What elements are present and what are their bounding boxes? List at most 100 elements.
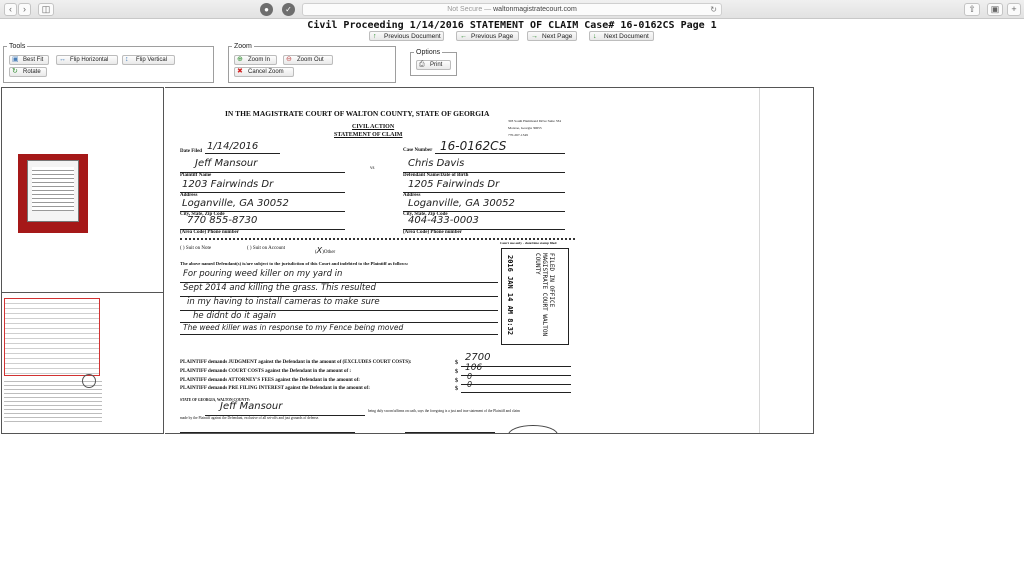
demand-court-costs: PLAINTIFF demands COURT COSTS against th… <box>180 369 352 374</box>
thumbnail-page-1[interactable] <box>2 294 163 433</box>
court-phone: 770-267-1349 <box>508 133 528 137</box>
oath-text: being duly sworn/affirms on oath, says t… <box>368 409 520 413</box>
thumbnail-page-cover[interactable] <box>2 88 163 293</box>
address-bar[interactable]: Not Secure — waltonmagistratecourt.com ↻ <box>302 3 722 16</box>
case-number-label: Case Number <box>403 148 433 153</box>
cancel-zoom-button[interactable]: ✖ Cancel Zoom <box>234 67 294 77</box>
suit-note-label: Suit on Note <box>185 246 212 251</box>
plaintiff-phone-value: 770 855-8730 <box>187 215 258 226</box>
arrow-up-icon: ↑ <box>373 33 377 40</box>
zoom-out-icon: ⊖ <box>286 56 292 63</box>
claim-line-1: For pouring weed killer on my yard in <box>183 269 343 279</box>
print-label: Print <box>430 62 443 68</box>
defendant-name-label: Defendant Name/Date of Birth <box>403 173 469 178</box>
cover-page-lines <box>32 167 74 211</box>
previous-page-button[interactable]: ← Previous Page <box>456 31 519 41</box>
amount-line-3 <box>461 384 571 385</box>
flip-horizontal-icon: ↔ <box>59 56 66 63</box>
defendant-city-value: Loganville, GA 30052 <box>408 198 515 209</box>
document-viewer[interactable]: IN THE MAGISTRATE COURT OF WALTON COUNTY… <box>165 87 814 434</box>
flip-vertical-label: Flip Vertical <box>136 57 168 63</box>
suit-note-option: ( ) Suit on Note <box>180 246 212 251</box>
date-filed-line <box>205 153 280 154</box>
amount-line-2 <box>461 375 571 376</box>
previous-document-label: Previous Document <box>384 33 441 40</box>
tabs-button[interactable]: ▣ <box>987 3 1003 16</box>
previous-document-button[interactable]: ↑ Previous Document <box>369 31 444 41</box>
sidebar-toggle-button[interactable]: ◫ <box>38 3 54 16</box>
amount-pre-filing-interest: 0 <box>467 380 473 389</box>
demand-attorney-fees: PLAINTIFF demands ATTORNEY'S FEES agains… <box>180 378 360 383</box>
document-page: IN THE MAGISTRATE COURT OF WALTON COUNTY… <box>165 88 595 433</box>
dotted-separator <box>180 238 575 240</box>
best-fit-button[interactable]: ▣ Best Fit <box>9 55 49 65</box>
cover-page-paper <box>27 160 79 222</box>
next-document-label: Next Document <box>604 33 649 40</box>
affiant-name: Jeff Mansour <box>220 401 283 412</box>
back-button[interactable]: ‹ <box>4 3 17 16</box>
filing-stamp-box: 2016 JAN 14 AM 8:32 FILED IN OFFICE MAGI… <box>501 248 569 345</box>
suit-account-option: ( ) Suit on Account <box>247 246 286 251</box>
thumbnail-panel[interactable] <box>1 87 164 434</box>
reload-icon[interactable]: ↻ <box>710 4 717 15</box>
claim-line-3: in my having to install cameras to make … <box>187 297 380 307</box>
share-button[interactable]: ⇧ <box>964 3 980 16</box>
court-title: IN THE MAGISTRATE COURT OF WALTON COUNTY… <box>225 109 490 118</box>
amount-line-4 <box>461 392 571 393</box>
extension-icon[interactable]: ✓ <box>282 3 295 16</box>
rotate-button[interactable]: ↻ Rotate <box>9 67 47 77</box>
next-page-label: Next Page <box>542 33 573 40</box>
stamp-text: FILED IN OFFICE MAGISTRATE COURT WALTON … <box>534 253 555 337</box>
suit-account-label: Suit on Account <box>252 246 286 251</box>
defendant-address-line <box>403 192 565 193</box>
next-page-button[interactable]: → Next Page <box>527 31 577 41</box>
civil-action-heading: CIVIL ACTION <box>352 124 395 130</box>
browser-toolbar: ‹ › ◫ ● ✓ Not Secure — waltonmagistratec… <box>0 0 1024 19</box>
fit-icon: ▣ <box>12 56 19 63</box>
claim-line-5: The weed killer was in response to my Fe… <box>183 323 404 332</box>
flip-horizontal-button[interactable]: ↔ Flip Horizontal <box>56 55 118 65</box>
plaintiff-address-line <box>180 192 345 193</box>
case-number-value: 16-0162CS <box>440 139 507 153</box>
arrow-right-icon: → <box>531 33 538 40</box>
statement-heading: STATEMENT OF CLAIM <box>334 132 403 138</box>
currency-3: $ <box>455 378 458 384</box>
plaintiff-name-value: Jeff Mansour <box>195 158 258 169</box>
oath-text-2: made by the Plaintiff against the Defend… <box>180 416 320 420</box>
amount-judgment: 2700 <box>465 352 491 363</box>
plaintiff-name-label: Plaintiff Name <box>180 173 212 178</box>
other-check-mark: X <box>316 246 323 255</box>
next-document-button[interactable]: ↓ Next Document <box>589 31 654 41</box>
cancel-zoom-label: Cancel Zoom <box>248 69 284 75</box>
zoom-out-button[interactable]: ⊖ Zoom Out <box>283 55 333 65</box>
zoom-in-icon: ⊕ <box>237 56 243 63</box>
zoom-in-button[interactable]: ⊕ Zoom In <box>234 55 277 65</box>
court-address-2: Monroe, Georgia 30655 <box>508 126 542 130</box>
stamp-label: Court use only - date/time stamp filed <box>500 241 557 245</box>
other-option: (X)Other <box>315 246 336 255</box>
cover-page-thumbnail[interactable] <box>18 154 88 233</box>
tools-legend: Tools <box>9 43 26 50</box>
print-button[interactable]: ⎙ Print <box>416 60 451 70</box>
seal-icon <box>82 374 96 388</box>
viewer-divider <box>759 88 760 433</box>
demand-judgment: PLAINTIFF demands JUDGMENT against the D… <box>180 360 412 365</box>
forward-button[interactable]: › <box>18 3 31 16</box>
page-1-thumbnail[interactable] <box>4 298 100 376</box>
currency-2: $ <box>455 369 458 375</box>
zoom-out-label: Zoom Out <box>297 57 324 63</box>
flip-vertical-button[interactable]: ↕ Flip Vertical <box>122 55 175 65</box>
defendant-address-value: 1205 Fairwinds Dr <box>408 179 500 190</box>
claim-rule-5 <box>180 334 498 335</box>
cancel-icon: ✖ <box>237 68 243 75</box>
privacy-icon[interactable]: ● <box>260 3 273 16</box>
claim-line-4: he didnt do it again <box>193 311 277 321</box>
new-tab-button[interactable]: + <box>1007 3 1021 16</box>
printer-icon: ⎙ <box>419 61 425 68</box>
date-filed-label: Date Filed <box>180 149 203 154</box>
defendant-phone-label: (Area Code) Phone number <box>403 230 462 235</box>
date-filed-value: 1/14/2016 <box>207 141 259 152</box>
flip-vertical-icon: ↕ <box>125 56 129 63</box>
best-fit-label: Best Fit <box>23 57 44 63</box>
notary-line <box>405 432 495 433</box>
